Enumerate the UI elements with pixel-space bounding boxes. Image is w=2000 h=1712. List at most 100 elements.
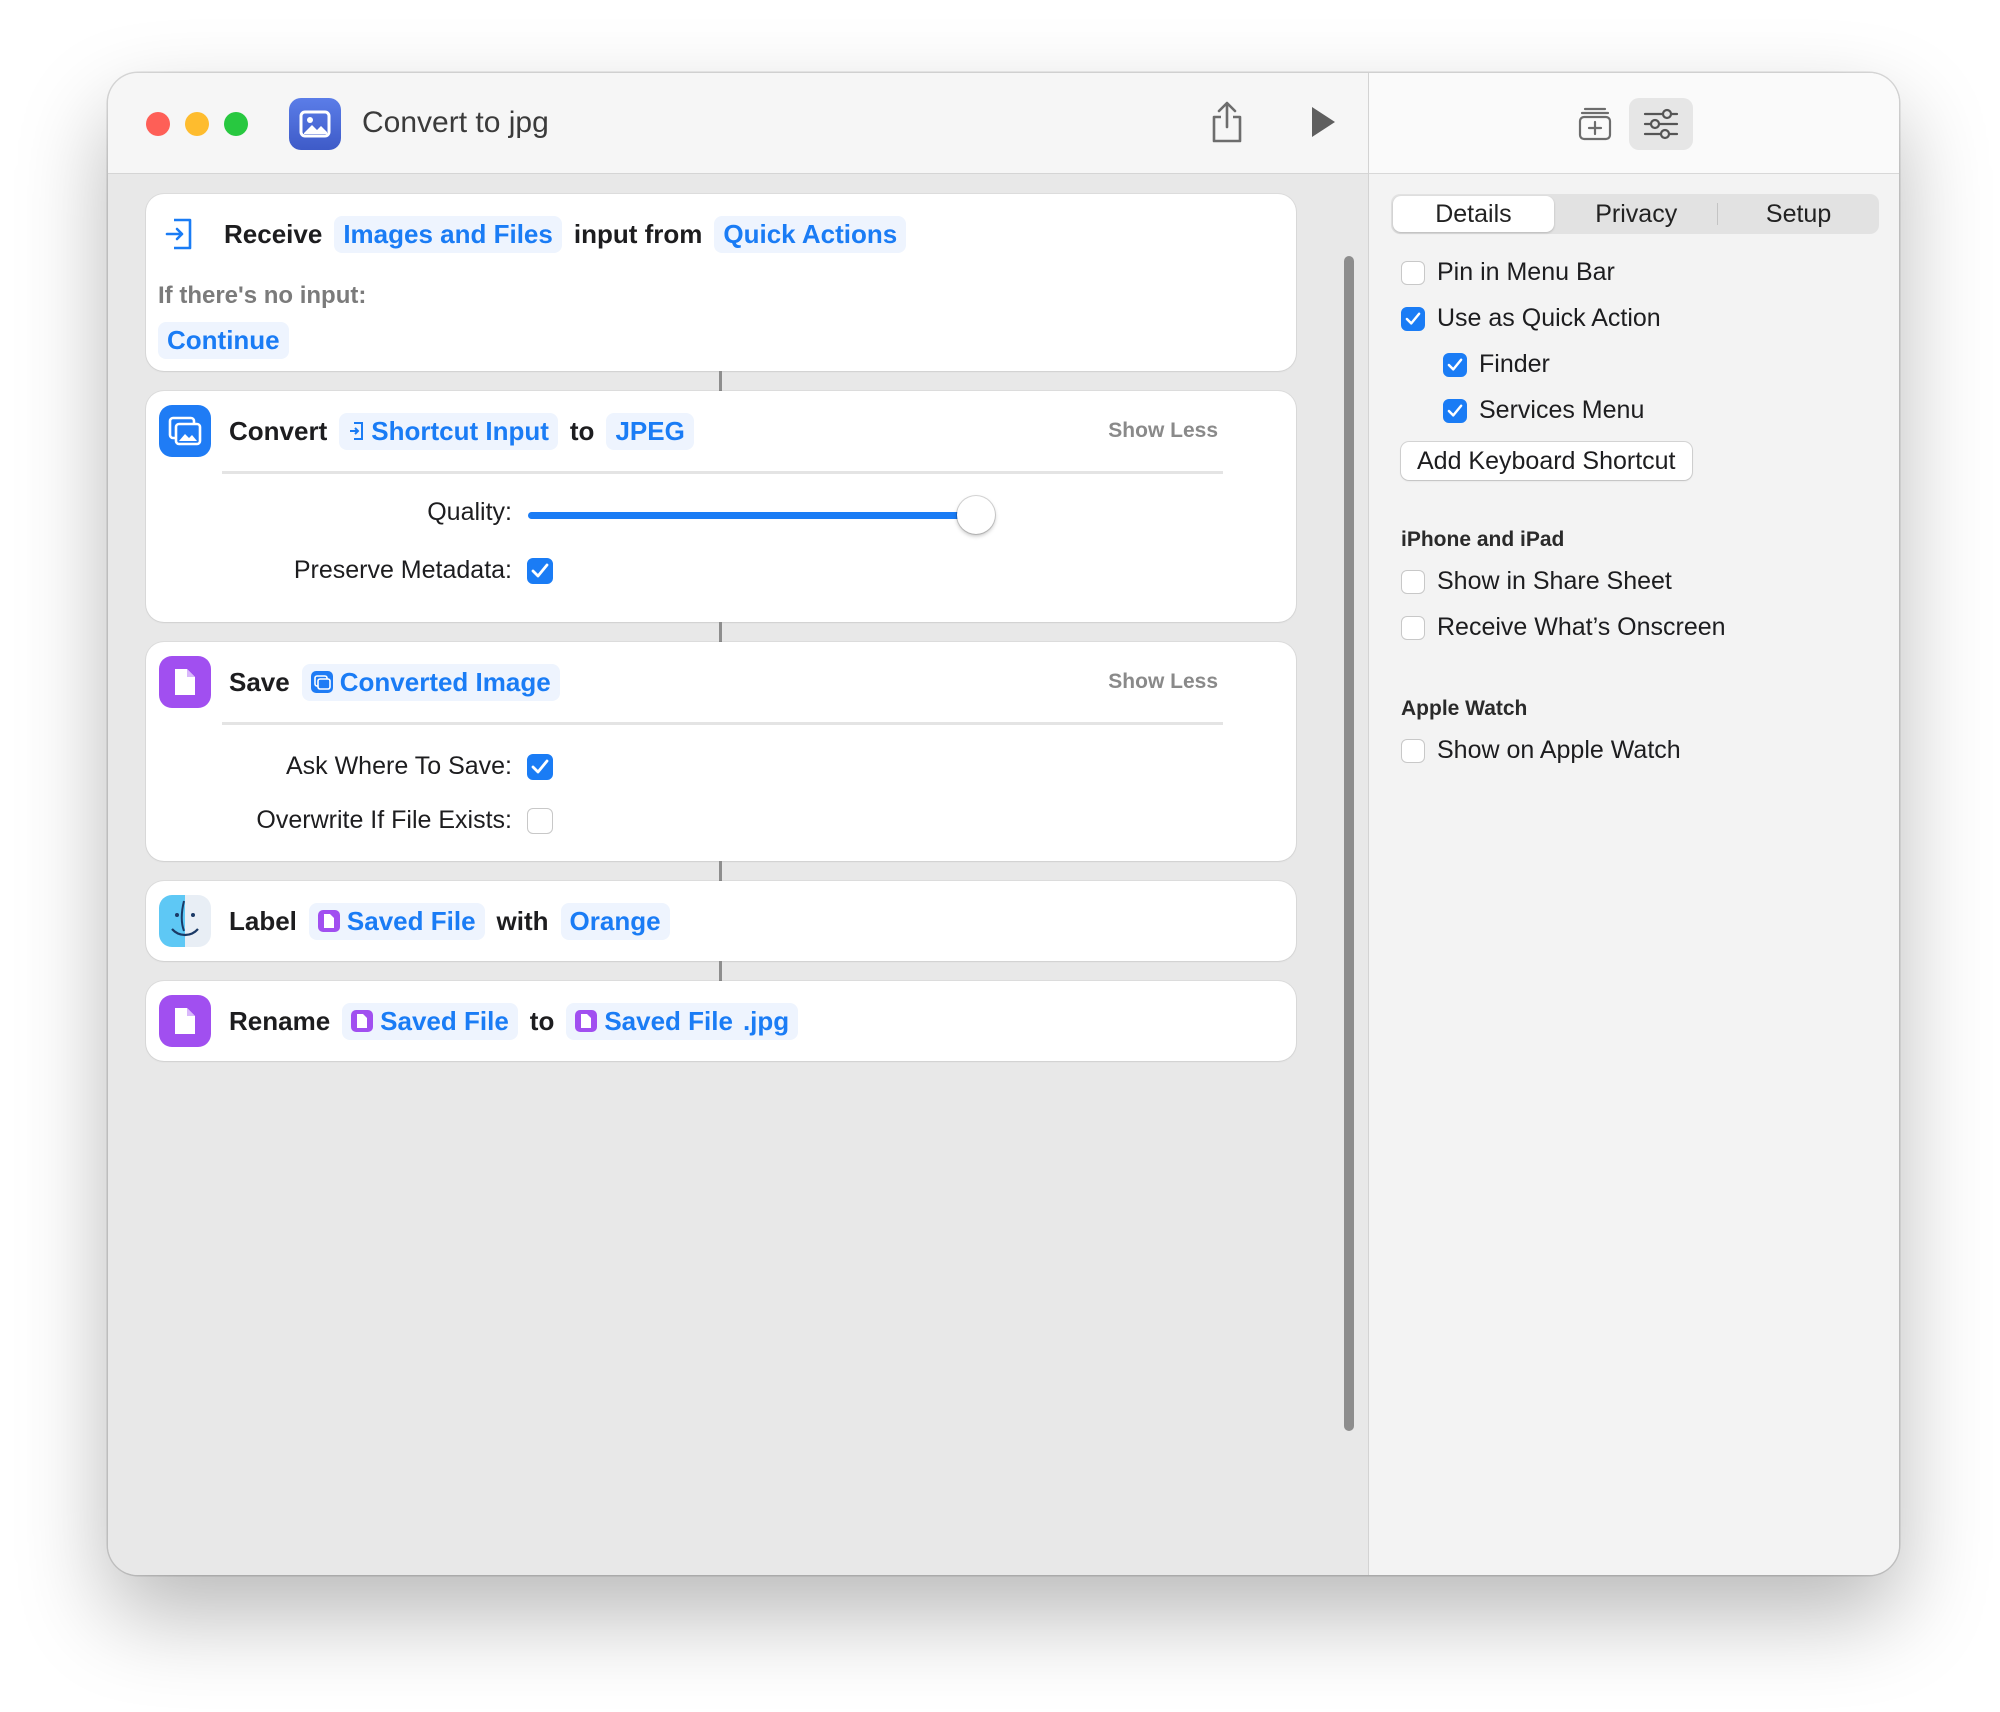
finder-checkbox[interactable] — [1443, 352, 1467, 377]
pin-menu-bar-option[interactable]: Pin in Menu Bar — [1401, 258, 1615, 287]
apple-watch-option[interactable]: Show on Apple Watch — [1401, 736, 1681, 765]
color-token[interactable]: Orange — [560, 902, 670, 940]
share-sheet-label: Show in Share Sheet — [1437, 567, 1672, 595]
minimize-button[interactable] — [185, 112, 209, 136]
rename-input-token[interactable]: Saved File — [342, 1002, 518, 1040]
overwrite-label: Overwrite If File Exists: — [256, 806, 512, 834]
document-icon — [159, 995, 211, 1047]
quality-slider-track[interactable] — [528, 512, 976, 519]
sidebar-tab-control: Details Privacy Setup — [1391, 194, 1879, 234]
receive-middle-text: input from — [573, 218, 703, 249]
no-input-action-token[interactable]: Continue — [158, 322, 289, 359]
receive-icon — [164, 217, 194, 251]
label-input-token[interactable]: Saved File — [308, 902, 485, 940]
details-sidebar: Details Privacy Setup Pin in Menu Bar Us… — [1368, 73, 1899, 1575]
ask-where-checkbox[interactable] — [527, 754, 553, 780]
onscreen-label: Receive What’s Onscreen — [1437, 613, 1726, 641]
title-bar: Convert to jpg — [108, 73, 1368, 174]
apple-watch-checkbox[interactable] — [1401, 738, 1425, 763]
photo-icon — [289, 98, 341, 150]
rename-action-card[interactable]: Rename Saved File to Saved File .jpg — [146, 981, 1296, 1061]
connector-line — [719, 961, 722, 981]
connector-line — [719, 622, 722, 642]
connector-line — [719, 861, 722, 881]
convert-middle-text: to — [569, 415, 595, 446]
share-icon[interactable] — [1210, 100, 1244, 144]
rename-target-token[interactable]: Saved File .jpg — [566, 1002, 799, 1040]
play-icon[interactable] — [1308, 104, 1338, 140]
tab-details[interactable]: Details — [1393, 196, 1554, 232]
saved-file-icon — [317, 910, 340, 932]
label-input-label: Saved File — [346, 905, 476, 936]
close-button[interactable] — [146, 112, 170, 136]
rename-input-label: Saved File — [380, 1005, 509, 1036]
convert-image-icon — [159, 405, 211, 457]
quick-action-checkbox[interactable] — [1401, 306, 1425, 331]
iphone-ipad-heading: iPhone and iPad — [1401, 528, 1565, 551]
apple-watch-label: Show on Apple Watch — [1437, 736, 1681, 764]
overwrite-checkbox[interactable] — [527, 808, 553, 834]
rename-middle-text: to — [529, 1005, 555, 1036]
connector-line — [719, 371, 722, 391]
tab-setup[interactable]: Setup — [1718, 194, 1879, 234]
convert-action-card[interactable]: Convert Shortcut Input to JPEG Show Less… — [146, 391, 1296, 622]
save-input-label: Converted Image — [339, 666, 551, 697]
convert-input-token[interactable]: Shortcut Input — [339, 412, 558, 450]
onscreen-option[interactable]: Receive What’s Onscreen — [1401, 613, 1726, 642]
save-action-card[interactable]: Save Converted Image Show Less Ask Where… — [146, 642, 1296, 861]
ask-where-label: Ask Where To Save: — [285, 752, 512, 780]
pin-menu-bar-label: Pin in Menu Bar — [1437, 258, 1615, 286]
label-action-card[interactable]: Label Saved File with Orange — [146, 881, 1296, 961]
save-show-less-button[interactable]: Show Less — [1108, 670, 1218, 694]
rename-target-label: Saved File — [604, 1005, 733, 1036]
apple-watch-heading: Apple Watch — [1401, 697, 1528, 720]
finder-label: Finder — [1479, 350, 1550, 378]
sidebar-toolbar — [1369, 73, 1899, 174]
no-input-label: If there's no input: — [158, 282, 367, 309]
quality-slider-knob[interactable] — [957, 496, 995, 534]
share-sheet-option[interactable]: Show in Share Sheet — [1401, 567, 1672, 596]
preserve-metadata-checkbox[interactable] — [527, 558, 553, 584]
receive-action-card[interactable]: Receive Images and Files input from Quic… — [146, 194, 1296, 371]
convert-keyword: Convert — [229, 415, 328, 446]
services-menu-label: Services Menu — [1479, 396, 1645, 424]
label-keyword: Label — [229, 905, 297, 936]
zoom-button[interactable] — [224, 112, 248, 136]
action-library-icon[interactable] — [1563, 98, 1627, 150]
quality-label: Quality: — [427, 498, 512, 526]
format-token[interactable]: JPEG — [606, 412, 694, 450]
save-input-token[interactable]: Converted Image — [301, 663, 560, 701]
finder-icon — [159, 895, 211, 947]
convert-show-less-button[interactable]: Show Less — [1108, 419, 1218, 443]
source-token[interactable]: Quick Actions — [714, 215, 907, 253]
preserve-metadata-label: Preserve Metadata: — [293, 556, 512, 584]
editor-scrollbar[interactable] — [1344, 256, 1354, 1431]
tab-privacy[interactable]: Privacy — [1556, 194, 1717, 234]
converted-image-icon — [310, 671, 333, 693]
finder-option[interactable]: Finder — [1443, 350, 1550, 379]
quick-action-option[interactable]: Use as Quick Action — [1401, 304, 1661, 333]
receive-keyword: Receive — [224, 218, 323, 249]
pin-menu-bar-checkbox[interactable] — [1401, 260, 1425, 285]
onscreen-checkbox[interactable] — [1401, 615, 1425, 640]
convert-input-label: Shortcut Input — [371, 415, 549, 446]
services-menu-option[interactable]: Services Menu — [1443, 396, 1644, 425]
save-keyword: Save — [229, 666, 290, 697]
add-keyboard-shortcut-button[interactable]: Add Keyboard Shortcut — [1401, 442, 1692, 480]
sliders-icon[interactable] — [1629, 98, 1693, 150]
saved-file-icon — [351, 1010, 374, 1032]
services-menu-checkbox[interactable] — [1443, 398, 1467, 423]
save-divider — [222, 722, 1223, 725]
input-types-token[interactable]: Images and Files — [334, 215, 562, 253]
share-sheet-checkbox[interactable] — [1401, 569, 1425, 594]
rename-keyword: Rename — [229, 1005, 331, 1036]
document-icon — [159, 656, 211, 708]
convert-divider — [222, 471, 1223, 474]
shortcuts-window: Convert to jpg Receive Images and Files … — [108, 73, 1899, 1575]
saved-file-icon — [575, 1010, 598, 1032]
editor-area: Receive Images and Files input from Quic… — [108, 174, 1368, 1575]
label-middle-text: with — [496, 905, 549, 936]
shortcut-input-icon — [348, 421, 364, 441]
quick-action-label: Use as Quick Action — [1437, 304, 1661, 332]
window-title: Convert to jpg — [362, 106, 549, 139]
